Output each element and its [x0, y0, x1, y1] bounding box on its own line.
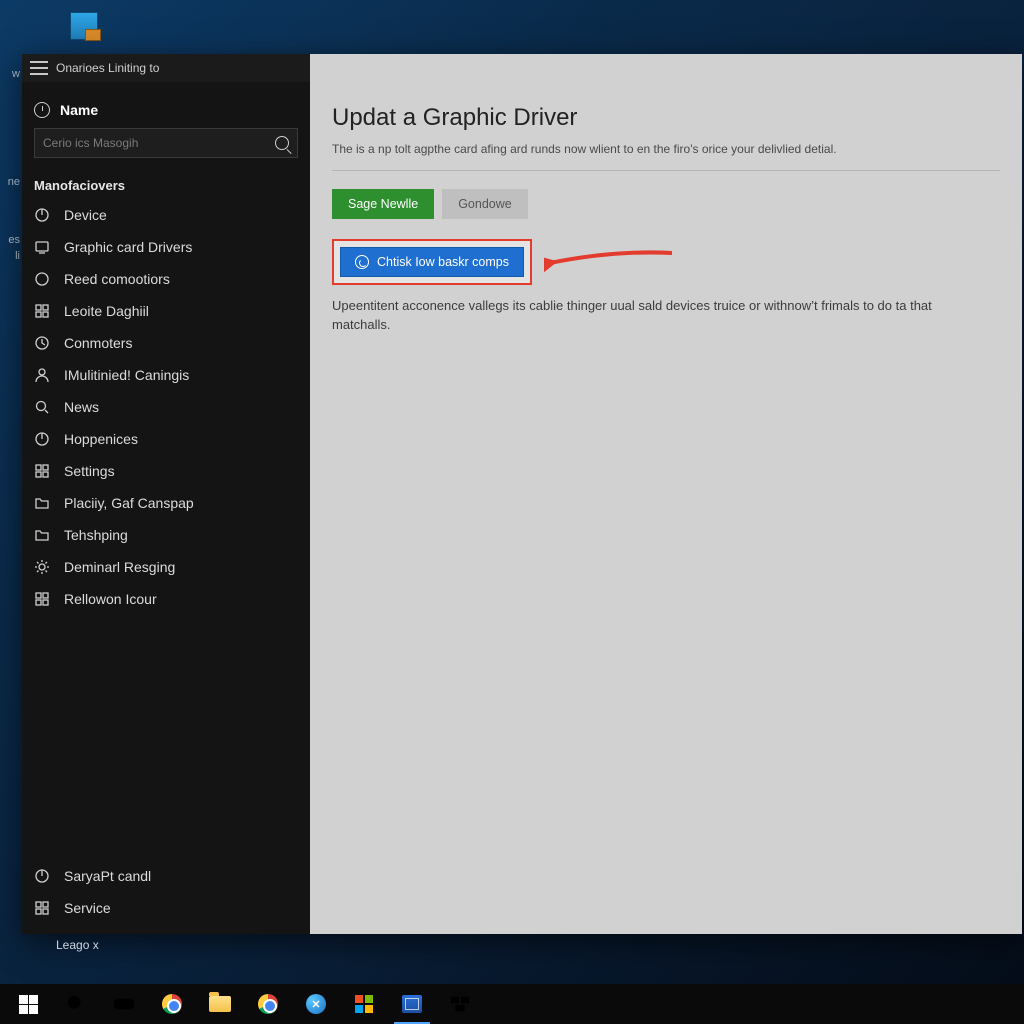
grid-icon	[34, 900, 50, 916]
sidebar: Name Manofaciovers Device Graphic card Dr…	[22, 54, 310, 934]
page-subtitle: The is a np tolt agpthe card afing ard r…	[332, 142, 1000, 156]
sidebar-item-label: Hoppenices	[64, 431, 138, 447]
chrome-icon	[258, 994, 278, 1014]
sidebar-item[interactable]: Conmoters	[22, 327, 310, 359]
sidebar-item-label: Reed comootiors	[64, 271, 170, 287]
app-icon: ✕	[306, 994, 326, 1014]
sidebar-item[interactable]: Tehshping	[22, 519, 310, 551]
shortcut-icon	[70, 12, 98, 40]
folder-icon	[209, 996, 231, 1012]
sidebar-item[interactable]: Device	[22, 199, 310, 231]
grid-icon	[34, 463, 50, 479]
hamburger-menu-icon[interactable]	[30, 61, 48, 75]
description-text: Upeentitent acconence vallegs its cablie…	[332, 297, 992, 335]
folder-icon	[34, 495, 50, 511]
sidebar-item-label: Settings	[64, 463, 115, 479]
sidebar-item-label: Service	[64, 900, 111, 916]
sidebar-item[interactable]: Placiiy, Gaf Canspap	[22, 487, 310, 519]
taskbar: ✕	[0, 984, 1024, 1024]
search-input[interactable]	[43, 136, 269, 150]
multidesktop-icon	[449, 993, 471, 1015]
sidebar-item[interactable]: Service	[22, 892, 310, 924]
offscreen-text-fragment: li	[0, 248, 20, 264]
taskbar-item-chrome2[interactable]	[244, 984, 292, 1024]
search-icon	[275, 136, 289, 150]
taskbar-item-taskview[interactable]	[100, 984, 148, 1024]
sidebar-item[interactable]: Deminarl Resging	[22, 551, 310, 583]
sidebar-item-label: Leoite Daghiil	[64, 303, 149, 319]
window-title: Onarioes Liniting to	[56, 61, 159, 75]
taskbar-item-store2[interactable]	[388, 984, 436, 1024]
sidebar-item-label: Conmoters	[64, 335, 132, 351]
sidebar-item-label: Deminarl Resging	[64, 559, 175, 575]
taskbar-item-search[interactable]	[52, 984, 100, 1024]
settings-window: Onarioes Liniting to Name Manofaciovers …	[22, 54, 1022, 934]
sidebar-search[interactable]	[34, 128, 298, 158]
folder-icon	[34, 527, 50, 543]
gear-icon	[34, 559, 50, 575]
display-icon	[34, 239, 50, 255]
desktop-shortcut[interactable]	[68, 12, 100, 48]
taskbar-item-file-explorer[interactable]	[196, 984, 244, 1024]
taskbar-item-chrome1[interactable]	[148, 984, 196, 1024]
sidebar-item[interactable]: Rellowon Icour	[22, 583, 310, 615]
taskbar-item-blue-app[interactable]: ✕	[292, 984, 340, 1024]
under-window-label: Leago x	[56, 938, 99, 952]
person-icon	[34, 367, 50, 383]
page-title: Updat a Graphic Driver	[332, 104, 1000, 132]
taskview-icon	[113, 993, 135, 1015]
check-updates-label: Chtisk Iow baskr comps	[377, 255, 509, 269]
taskbar-item-taskview2[interactable]	[436, 984, 484, 1024]
sidebar-item-label: Graphic card Drivers	[64, 239, 192, 255]
sidebar-item-label: SaryaPt candl	[64, 868, 151, 884]
sidebar-item[interactable]: News	[22, 391, 310, 423]
sidebar-item-label: News	[64, 399, 99, 415]
secondary-action-button[interactable]: Gondowe	[442, 189, 528, 219]
power-icon	[34, 868, 50, 884]
sidebar-item[interactable]: Leoite Daghiil	[22, 295, 310, 327]
microsoft-logo-icon	[355, 995, 373, 1013]
search-icon	[34, 399, 50, 415]
sidebar-item-label: Placiiy, Gaf Canspap	[64, 495, 194, 511]
grid-icon	[34, 591, 50, 607]
sidebar-item[interactable]: Settings	[22, 455, 310, 487]
sidebar-item-label: Tehshping	[64, 527, 128, 543]
sidebar-item-label: Rellowon Icour	[64, 591, 157, 607]
sidebar-header: Name	[34, 96, 298, 128]
offscreen-text-fragment: w	[0, 66, 20, 82]
sidebar-item[interactable]: Reed comootiors	[22, 263, 310, 295]
windows-start-icon	[19, 995, 38, 1014]
store-icon	[402, 995, 422, 1013]
taskbar-item-ms-store[interactable]	[340, 984, 388, 1024]
divider	[332, 170, 1000, 171]
sidebar-name-label: Name	[60, 102, 98, 118]
primary-action-button[interactable]: Sage Newlle	[332, 189, 434, 219]
clock-icon	[34, 102, 50, 118]
taskbar-item-start[interactable]	[4, 984, 52, 1024]
sidebar-item-label: Device	[64, 207, 107, 223]
search-icon	[65, 993, 87, 1015]
offscreen-text-fragment: ne	[0, 174, 20, 190]
offscreen-text-fragment: es	[0, 232, 20, 248]
sidebar-item[interactable]: SaryaPt candl	[22, 860, 310, 892]
refresh-icon	[355, 255, 369, 269]
sidebar-item-label: IMulitinied! Caningis	[64, 367, 189, 383]
chrome-icon	[162, 994, 182, 1014]
arrow-annotation	[544, 245, 674, 275]
power-icon	[34, 207, 50, 223]
sidebar-item[interactable]: Hoppenices	[22, 423, 310, 455]
sidebar-section-label: Manofaciovers	[22, 158, 310, 199]
circle-icon	[34, 271, 50, 287]
power-icon	[34, 431, 50, 447]
check-updates-button[interactable]: Chtisk Iow baskr comps	[340, 247, 524, 277]
grid-icon	[34, 303, 50, 319]
highlighted-region: Chtisk Iow baskr comps	[332, 239, 532, 285]
sidebar-item[interactable]: Graphic card Drivers	[22, 231, 310, 263]
clock-icon	[34, 335, 50, 351]
content-pane: Updat a Graphic Driver The is a np tolt …	[310, 54, 1022, 934]
sidebar-item[interactable]: IMulitinied! Caningis	[22, 359, 310, 391]
